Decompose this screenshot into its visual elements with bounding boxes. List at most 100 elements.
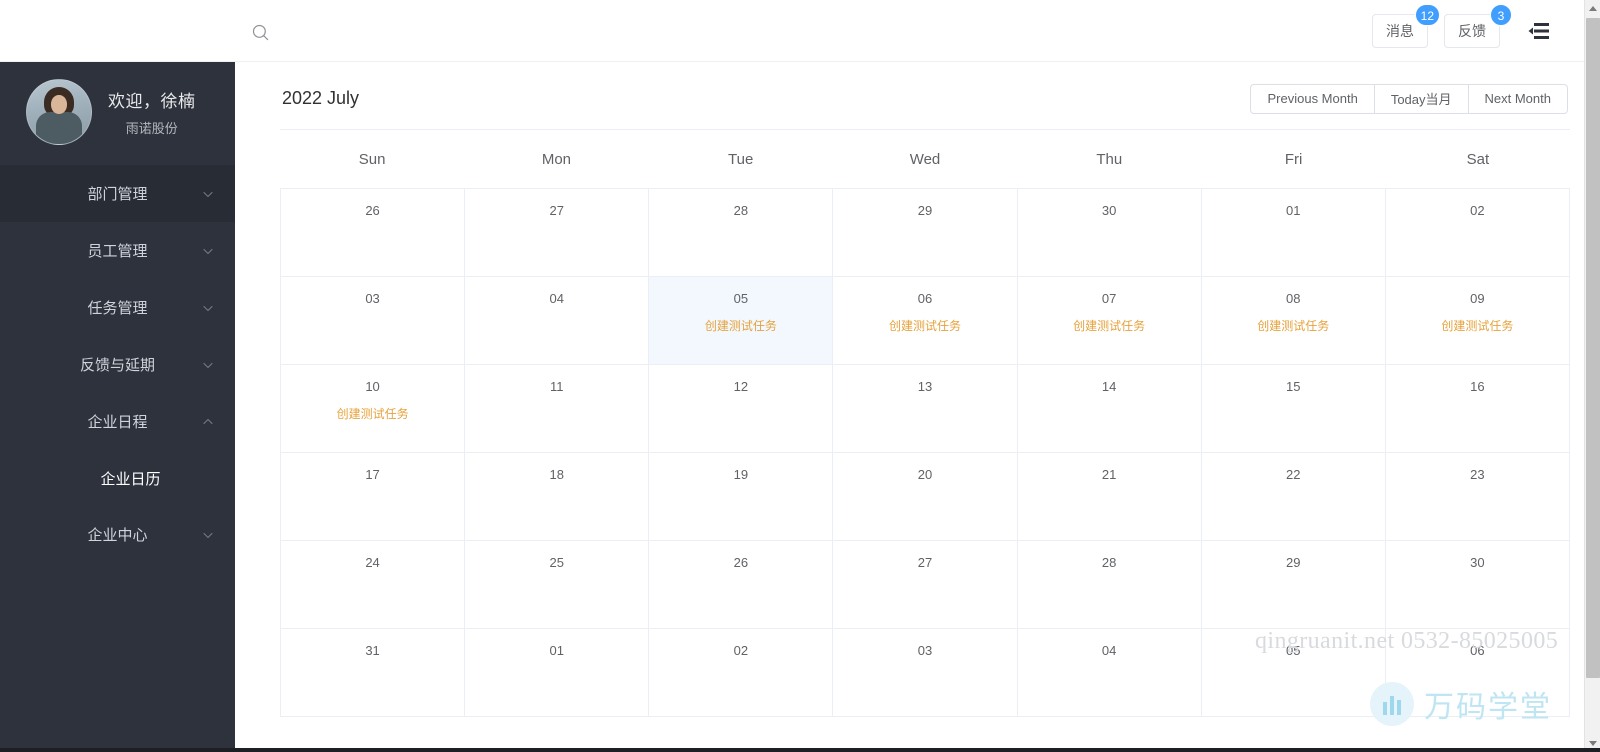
sidebar-item-task-management[interactable]: 任务管理 bbox=[0, 279, 235, 336]
sidebar-item-enterprise-center[interactable]: 企业中心 bbox=[0, 506, 235, 563]
calendar-day-cell[interactable]: 18 bbox=[465, 453, 650, 541]
user-text: 欢迎，徐楠 雨诺股份 bbox=[108, 87, 196, 137]
calendar-day-cell[interactable]: 10 创建测试任务 bbox=[281, 365, 466, 453]
calendar-day-cell[interactable]: 16 bbox=[1385, 365, 1570, 453]
calendar-day-cell[interactable]: 08 创建测试任务 bbox=[1201, 277, 1386, 365]
calendar-day-number: 13 bbox=[917, 379, 933, 394]
calendar-day-cell[interactable]: 20 bbox=[833, 453, 1018, 541]
window-bottom-edge bbox=[0, 748, 1600, 752]
calendar-day-number: 12 bbox=[733, 379, 749, 394]
calendar-day-cell[interactable]: 27 bbox=[833, 541, 1018, 629]
calendar-day-cell[interactable]: 26 bbox=[649, 541, 834, 629]
calendar-day-number: 31 bbox=[365, 643, 380, 658]
calendar-day-number: 18 bbox=[549, 467, 564, 482]
app-viewport: 消息 12 反馈 3 欢迎，徐楠 雨诺股份 部门管理 员工管理 任务管理 反馈与… bbox=[0, 0, 1600, 752]
scrollbar-thumb[interactable] bbox=[1586, 18, 1600, 678]
calendar-day-number: 06 bbox=[917, 291, 933, 306]
calendar-day-number: 07 bbox=[1101, 291, 1117, 306]
calendar-day-cell[interactable]: 06 创建测试任务 bbox=[833, 277, 1018, 365]
user-welcome: 欢迎，徐楠 bbox=[108, 92, 196, 111]
calendar-day-number: 28 bbox=[1101, 555, 1117, 570]
calendar-day-cell[interactable]: 01 bbox=[1201, 189, 1386, 277]
sidebar-menu: 部门管理 员工管理 任务管理 反馈与延期 企业日程 企业日历 企业中心 bbox=[0, 162, 235, 563]
calendar-day-cell[interactable]: 30 bbox=[1385, 541, 1570, 629]
calendar-day-cell[interactable]: 26 bbox=[281, 189, 466, 277]
calendar-day-cell[interactable]: 04 bbox=[1017, 629, 1202, 717]
calendar-day-cell[interactable]: 12 bbox=[649, 365, 834, 453]
calendar-day-cell[interactable]: 28 bbox=[649, 189, 834, 277]
weekday-label: Fri bbox=[1284, 150, 1303, 168]
calendar-day-number: 11 bbox=[549, 379, 564, 394]
sidebar-item-employee-management[interactable]: 员工管理 bbox=[0, 222, 235, 279]
weekday-label: Sun bbox=[358, 150, 386, 168]
calendar-day-cell[interactable]: 03 bbox=[833, 629, 1018, 717]
calendar-day-cell[interactable]: 14 bbox=[1017, 365, 1202, 453]
calendar-day-cell[interactable]: 24 bbox=[281, 541, 466, 629]
calendar-day-cell[interactable]: 11 bbox=[465, 365, 650, 453]
calendar-day-number: 17 bbox=[365, 467, 380, 482]
sidebar-item-feedback-and-extension[interactable]: 反馈与延期 bbox=[0, 336, 235, 393]
calendar-day-cell[interactable]: 25 bbox=[465, 541, 650, 629]
calendar-event-label[interactable]: 创建测试任务 bbox=[833, 318, 1016, 334]
calendar-day-cell[interactable]: 03 bbox=[281, 277, 466, 365]
main-content: 2022 July Previous Month Today当月 Next Mo… bbox=[235, 62, 1584, 752]
calendar-day-number: 28 bbox=[733, 203, 749, 218]
search-icon[interactable] bbox=[248, 20, 272, 44]
calendar-day-cell[interactable]: 01 bbox=[465, 629, 650, 717]
calendar-event-label[interactable]: 创建测试任务 bbox=[1386, 318, 1569, 334]
calendar-day-cell[interactable]: 28 bbox=[1017, 541, 1202, 629]
previous-month-button[interactable]: Previous Month bbox=[1250, 83, 1375, 114]
calendar-day-cell[interactable]: 07 创建测试任务 bbox=[1017, 277, 1202, 365]
next-month-button[interactable]: Next Month bbox=[1468, 83, 1568, 114]
collapse-menu-icon[interactable] bbox=[1526, 18, 1552, 44]
calendar-day-cell[interactable]: 02 bbox=[1385, 189, 1570, 277]
calendar-day-cell[interactable]: 04 bbox=[465, 277, 650, 365]
calendar-day-cell[interactable]: 23 bbox=[1385, 453, 1570, 541]
calendar-event-label[interactable]: 创建测试任务 bbox=[281, 406, 464, 422]
calendar-day-number: 06 bbox=[1470, 643, 1485, 658]
calendar-day-number: 02 bbox=[1470, 203, 1485, 218]
calendar-day-cell[interactable]: 30 bbox=[1017, 189, 1202, 277]
calendar-day-cell[interactable]: 19 bbox=[649, 453, 834, 541]
feedback-badge: 3 bbox=[1490, 4, 1512, 26]
calendar-day-number: 03 bbox=[917, 643, 933, 658]
calendar-day-cell[interactable]: 17 bbox=[281, 453, 466, 541]
calendar-day-cell[interactable]: 27 bbox=[465, 189, 650, 277]
calendar-day-cell[interactable]: 13 bbox=[833, 365, 1018, 453]
sidebar-item-enterprise-schedule[interactable]: 企业日程 bbox=[0, 393, 235, 450]
weekday-label: Tue bbox=[728, 150, 754, 168]
calendar-event-label[interactable]: 创建测试任务 bbox=[1018, 318, 1201, 334]
sidebar-item-department-management[interactable]: 部门管理 bbox=[0, 165, 235, 222]
messages-button[interactable]: 消息 12 bbox=[1372, 4, 1440, 48]
calendar-day-number: 16 bbox=[1470, 379, 1485, 394]
calendar-day-cell[interactable]: 29 bbox=[833, 189, 1018, 277]
sidebar-item-label: 企业中心 bbox=[87, 527, 148, 544]
calendar-day-cell[interactable]: 21 bbox=[1017, 453, 1202, 541]
calendar-day-cell[interactable]: 22 bbox=[1201, 453, 1386, 541]
calendar-day-number: 27 bbox=[549, 203, 564, 218]
calendar-day-cell[interactable]: 06 bbox=[1385, 629, 1570, 717]
messages-badge: 12 bbox=[1414, 4, 1440, 26]
calendar-event-label[interactable]: 创建测试任务 bbox=[649, 318, 832, 334]
calendar-day-number: 20 bbox=[917, 467, 933, 482]
page-scrollbar[interactable] bbox=[1584, 0, 1600, 752]
today-button[interactable]: Today当月 bbox=[1374, 83, 1469, 114]
weekday-label: Thu bbox=[1096, 150, 1123, 168]
sidebar-subitem-label: 企业日历 bbox=[100, 470, 161, 488]
sidebar-subitem-enterprise-calendar[interactable]: 企业日历 bbox=[0, 450, 235, 506]
messages-label: 消息 bbox=[1386, 23, 1414, 39]
scroll-up-arrow-icon[interactable] bbox=[1585, 0, 1600, 17]
calendar-day-cell[interactable]: 31 bbox=[281, 629, 466, 717]
calendar-day-cell[interactable]: 02 bbox=[649, 629, 834, 717]
calendar-day-cell[interactable]: 05 创建测试任务 bbox=[649, 277, 834, 365]
feedback-button[interactable]: 反馈 3 bbox=[1444, 4, 1512, 48]
calendar-event-label[interactable]: 创建测试任务 bbox=[1202, 318, 1385, 334]
calendar-grid: 26 27 28 29 30 01 02 03 04 05 创建测试任务 06 创建测试任务 07 创建测试… bbox=[280, 188, 1570, 717]
calendar-day-cell[interactable]: 09 创建测试任务 bbox=[1385, 277, 1570, 365]
calendar-day-cell[interactable]: 15 bbox=[1201, 365, 1386, 453]
calendar-day-cell[interactable]: 29 bbox=[1201, 541, 1386, 629]
avatar[interactable] bbox=[26, 79, 92, 145]
sidebar-item-label: 反馈与延期 bbox=[79, 357, 155, 374]
chevron-down-icon bbox=[201, 358, 215, 372]
calendar-day-cell[interactable]: 05 bbox=[1201, 629, 1386, 717]
